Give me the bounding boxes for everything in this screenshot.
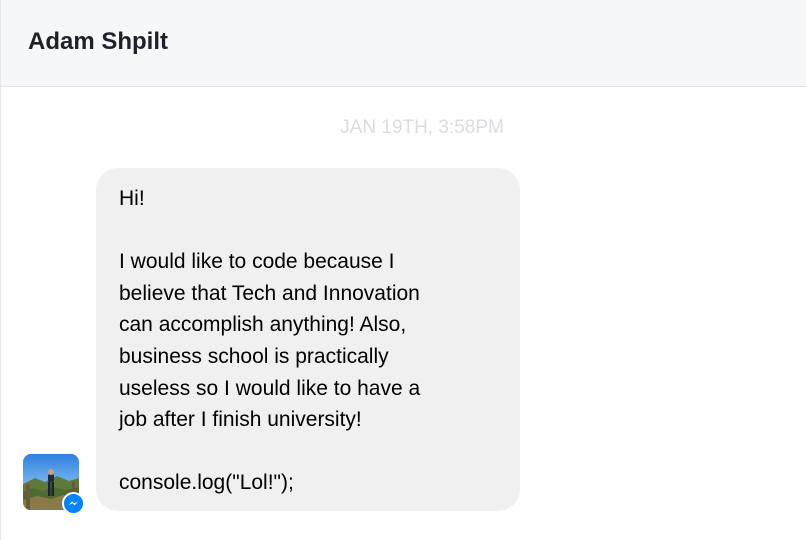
message-line-break (119, 215, 500, 247)
messenger-conversation: Adam Shpilt JAN 19TH, 3:58PM Hi! I would… (0, 0, 806, 540)
conversation-header: Adam Shpilt (1, 0, 806, 87)
message-body: I would like to code because I believe t… (119, 250, 421, 432)
contact-name[interactable]: Adam Shpilt (28, 27, 168, 57)
message-code-line: console.log("Lol!"); (119, 471, 294, 495)
message-line-break (119, 436, 500, 468)
messenger-icon (62, 492, 85, 515)
message-timestamp: JAN 19TH, 3:58PM (340, 117, 504, 138)
message-bubble[interactable]: Hi! I would like to code because I belie… (96, 168, 520, 511)
messenger-bolt-icon (68, 501, 79, 506)
message-greeting: Hi! (119, 187, 145, 210)
